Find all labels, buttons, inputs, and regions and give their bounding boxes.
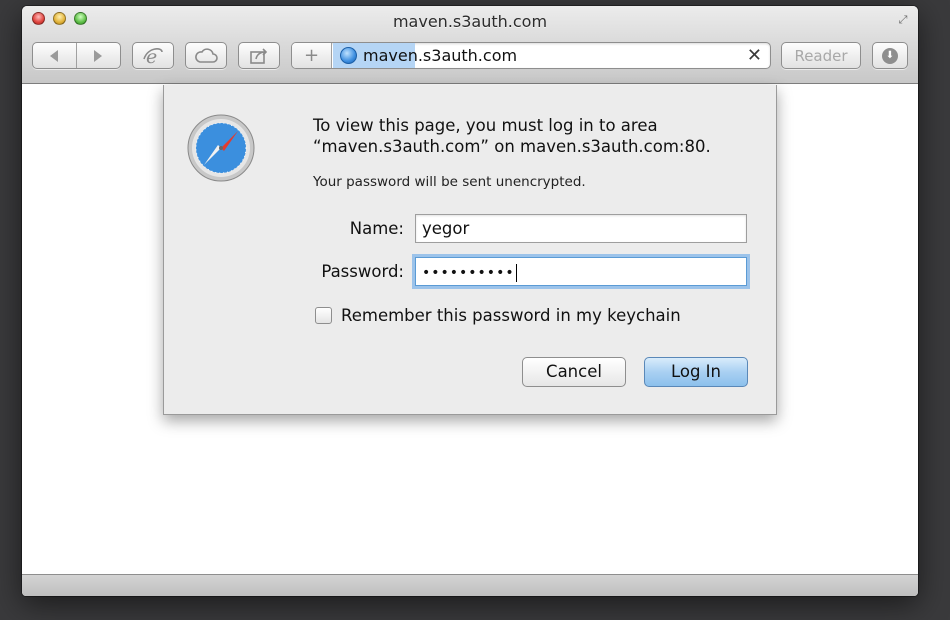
forward-button[interactable] xyxy=(77,43,121,68)
cancel-button[interactable]: Cancel xyxy=(522,357,626,387)
log-in-button[interactable]: Log In xyxy=(644,357,748,387)
internet-explorer-icon: e xyxy=(143,46,163,66)
icloud-icon xyxy=(195,47,218,63)
password-field[interactable]: •••••••••• xyxy=(415,257,747,286)
remember-password-label[interactable]: Remember this password in my keychain xyxy=(341,306,681,325)
login-dialog: To view this page, you must log in to ar… xyxy=(163,85,777,415)
share-icon xyxy=(250,47,268,64)
reader-button[interactable]: Reader xyxy=(781,42,861,69)
back-button[interactable] xyxy=(33,43,77,68)
unencrypted-warning: Your password will be sent unencrypted. xyxy=(313,174,586,190)
share-button[interactable] xyxy=(238,42,280,69)
browser-window: maven.s3auth.com ⤢ e + maven.s3auth.com … xyxy=(22,6,918,596)
ie-tab-button[interactable]: e xyxy=(132,42,174,69)
name-label: Name: xyxy=(349,219,404,238)
status-bar xyxy=(22,574,918,596)
password-label: Password: xyxy=(321,262,404,281)
forward-icon xyxy=(94,49,103,62)
toolbar: e + maven.s3auth.com ✕ Reader ⬇ xyxy=(32,40,908,70)
back-forward-group xyxy=(32,42,121,69)
icloud-tabs-button[interactable] xyxy=(185,42,227,69)
globe-icon xyxy=(340,47,357,64)
window-title: maven.s3auth.com xyxy=(392,12,548,31)
downloads-button[interactable]: ⬇ xyxy=(872,42,908,69)
password-mask: •••••••••• xyxy=(422,265,515,281)
fullscreen-icon[interactable]: ⤢ xyxy=(896,13,910,27)
back-icon xyxy=(50,49,59,62)
login-message: To view this page, you must log in to ar… xyxy=(313,116,711,156)
safari-compass-icon xyxy=(187,114,255,182)
text-caret xyxy=(515,264,517,282)
add-bookmark-button[interactable]: + xyxy=(292,43,332,68)
address-text[interactable]: maven.s3auth.com xyxy=(363,46,517,65)
address-bar[interactable]: + maven.s3auth.com ✕ xyxy=(291,42,771,69)
name-value: yegor xyxy=(422,219,470,238)
title-bar: maven.s3auth.com ⤢ e + maven.s3auth.com … xyxy=(22,6,918,84)
stop-loading-button[interactable]: ✕ xyxy=(747,45,762,67)
remember-password-row: Remember this password in my keychain xyxy=(315,306,681,325)
download-icon: ⬇ xyxy=(882,47,898,64)
name-field[interactable]: yegor xyxy=(415,214,747,243)
remember-password-checkbox[interactable] xyxy=(315,307,332,324)
